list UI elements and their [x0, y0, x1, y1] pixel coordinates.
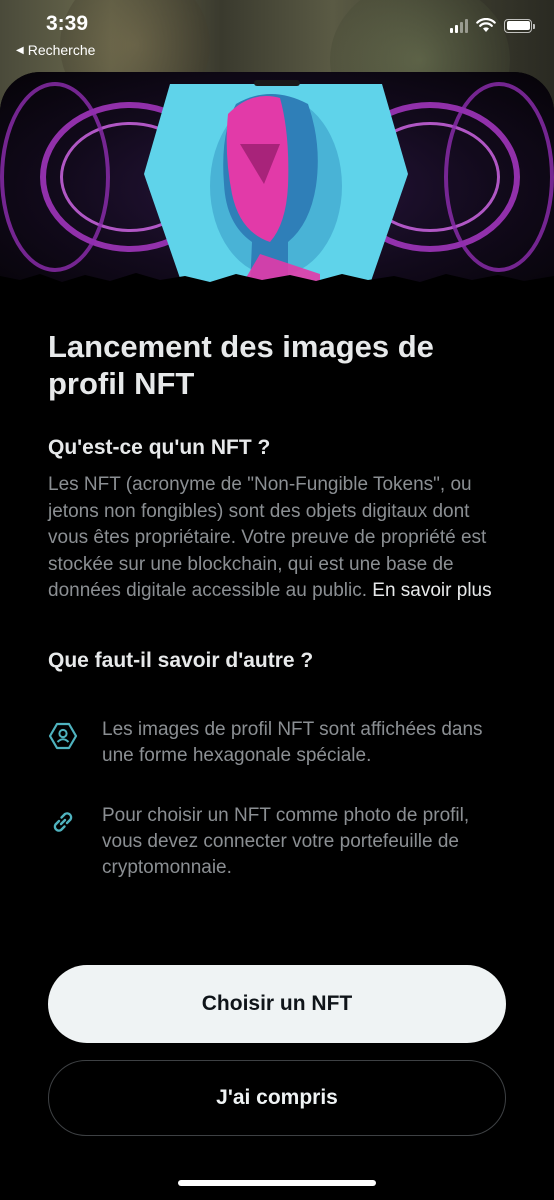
back-link-label: Recherche: [27, 42, 96, 58]
nft-info-sheet: Lancement des images de profil NFT Qu'es…: [0, 72, 554, 1200]
feature-text-hexagon: Les images de profil NFT sont affichées …: [102, 718, 483, 766]
nft-hero-illustration: [0, 72, 554, 284]
sheet-content: Lancement des images de profil NFT Qu'es…: [48, 328, 508, 881]
feature-item-wallet: Pour choisir un NFT comme photo de profi…: [48, 803, 508, 881]
system-icons: [450, 18, 535, 33]
torn-edge-decor: [0, 273, 554, 284]
swirl-decor: [0, 82, 110, 272]
feature-text-wallet: Pour choisir un NFT comme photo de profi…: [102, 804, 470, 878]
home-indicator[interactable]: [178, 1180, 376, 1186]
section-heading-what-else: Que faut-il savoir d'autre ?: [48, 648, 314, 672]
cellular-signal-icon: [450, 18, 468, 33]
got-it-button[interactable]: J'ai compris: [48, 1060, 506, 1136]
status-bar: 3:39 ◀ Recherche: [0, 0, 554, 70]
wifi-icon: [476, 18, 496, 32]
section-heading-what-is-nft: Qu'est-ce qu'un NFT ?: [48, 436, 271, 459]
hexagon-avatar-art: [144, 84, 408, 284]
hexagon-profile-icon: [48, 722, 78, 749]
sheet-grabber[interactable]: [254, 80, 300, 86]
sheet-title: Lancement des images de profil NFT: [48, 329, 434, 401]
back-to-app-link[interactable]: ◀ Recherche: [16, 42, 95, 58]
status-time: 3:39: [46, 12, 89, 35]
back-arrow-icon: ◀: [16, 44, 24, 56]
battery-icon: [504, 18, 535, 33]
feature-item-hexagon: Les images de profil NFT sont affichées …: [48, 717, 508, 769]
swirl-decor: [444, 82, 554, 272]
learn-more-link[interactable]: En savoir plus: [372, 580, 491, 601]
choose-nft-button[interactable]: Choisir un NFT: [48, 965, 506, 1043]
link-icon: [53, 811, 73, 832]
section-body-what-is-nft: Les NFT (acronyme de "Non-Fungible Token…: [48, 472, 508, 605]
